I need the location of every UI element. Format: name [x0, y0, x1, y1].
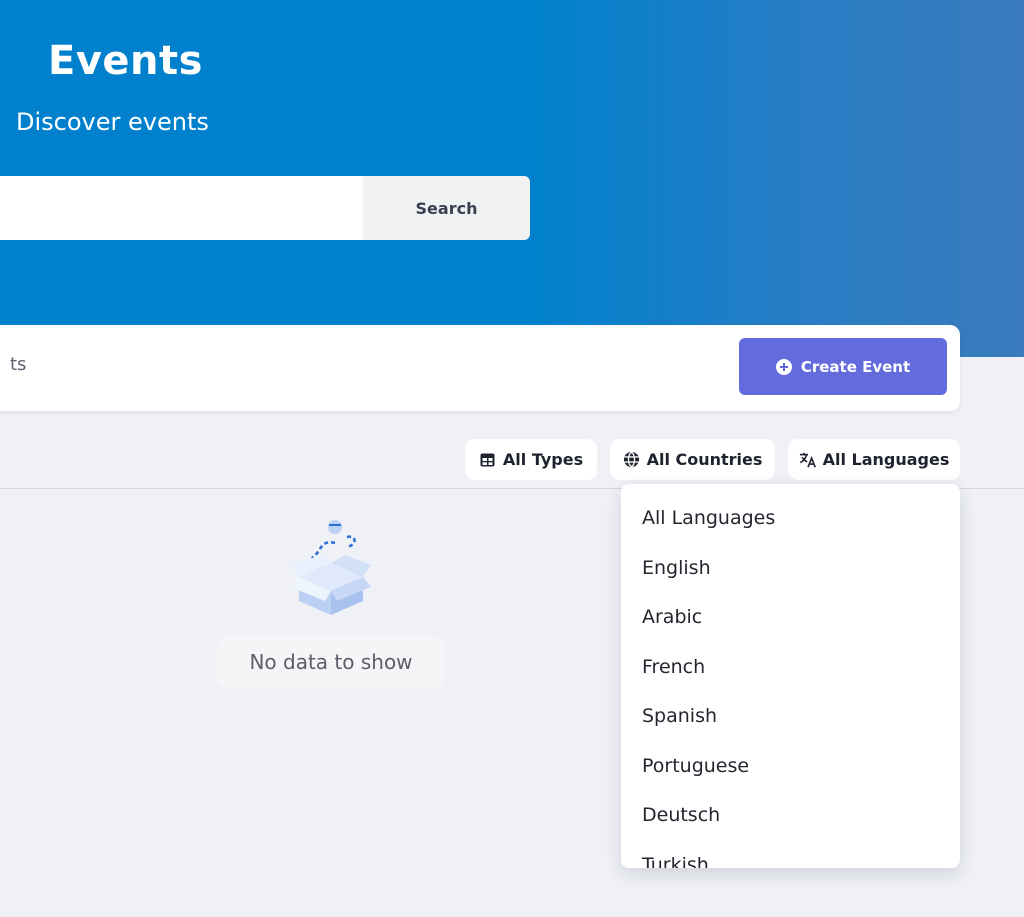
events-tab-label[interactable]: ts — [10, 354, 26, 375]
language-option-arabic[interactable]: Arabic — [621, 597, 960, 647]
page-subtitle: Discover events — [16, 108, 209, 136]
language-option-all[interactable]: All Languages — [621, 498, 960, 548]
filter-types-label: All Types — [502, 450, 584, 469]
create-event-label: Create Event — [800, 357, 911, 376]
filter-languages-label: All Languages — [822, 450, 950, 469]
create-event-button[interactable]: Create Event — [739, 338, 947, 395]
filter-types-button[interactable]: All Types — [465, 439, 597, 480]
search-button[interactable]: Search — [363, 176, 530, 240]
empty-state-message: No data to show — [217, 636, 445, 688]
filter-languages-button[interactable]: All Languages — [788, 439, 960, 480]
table-icon — [479, 451, 497, 469]
empty-box-icon — [285, 515, 375, 617]
language-option-deutsch[interactable]: Deutsch — [621, 795, 960, 845]
language-option-spanish[interactable]: Spanish — [621, 696, 960, 746]
plus-circle-icon — [775, 358, 792, 375]
language-option-english[interactable]: English — [621, 548, 960, 598]
language-option-french[interactable]: French — [621, 647, 960, 697]
search-input[interactable] — [0, 176, 363, 240]
globe-icon — [623, 451, 641, 469]
translate-icon — [799, 451, 817, 469]
language-option-turkish[interactable]: Turkish — [621, 845, 960, 869]
hero-banner: Events Discover events Search — [0, 0, 1024, 357]
languages-dropdown: All Languages English Arabic French Span… — [621, 484, 960, 868]
filter-countries-label: All Countries — [646, 450, 763, 469]
page-title: Events — [48, 38, 203, 84]
language-option-portuguese[interactable]: Portuguese — [621, 746, 960, 796]
filter-countries-button[interactable]: All Countries — [610, 439, 775, 480]
